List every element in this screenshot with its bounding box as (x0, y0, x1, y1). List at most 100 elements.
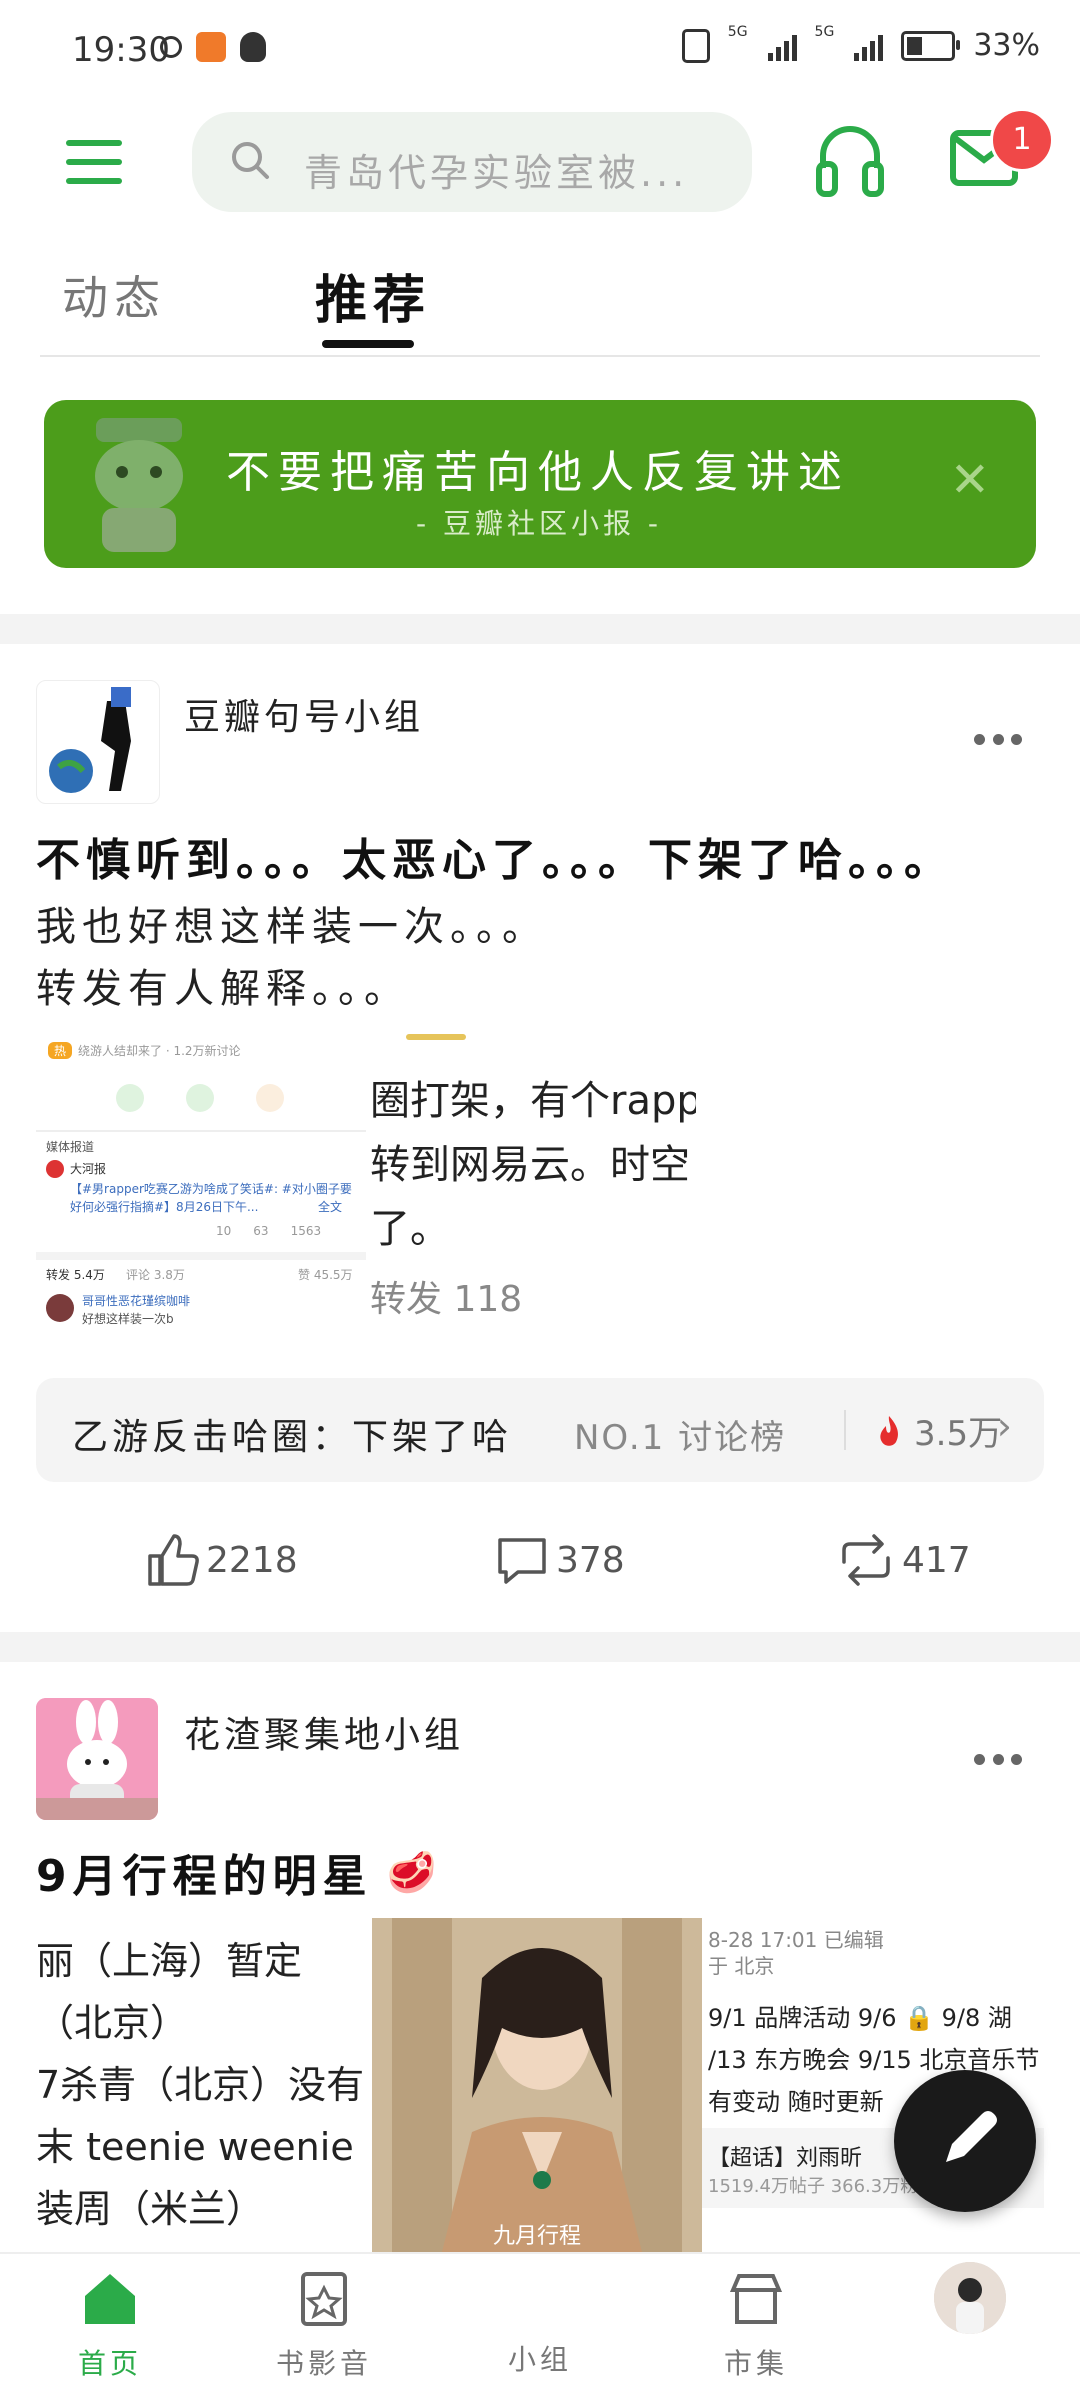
feed-tabs: 动态 推荐 (40, 230, 1040, 357)
community-banner[interactable]: 不要把痛苦向他人反复讲述 - 豆瓣社区小报 - ✕ (44, 400, 1036, 568)
battery-icon (901, 30, 961, 61)
image-text-line: 7杀青（北京）没有 (36, 2063, 365, 2107)
post-text-line: 我也好想这样装一次。。。 (36, 904, 548, 950)
like-button[interactable]: 2218 (144, 1532, 298, 1588)
hot-tag: 热 (48, 1042, 73, 1059)
topic-heat: 3.5万 (914, 1414, 1003, 1454)
comment-count: 378 (556, 1539, 625, 1581)
decor-bar (406, 1034, 466, 1040)
topic-rank: NO.1 讨论榜 (574, 1418, 787, 1458)
group-avatar[interactable] (36, 1698, 158, 1820)
image-forward-text: 转发 118 (370, 1279, 523, 1320)
banner-title: 不要把痛苦向他人反复讲述 (226, 447, 850, 498)
nav-bookmovie[interactable]: 书影音 (254, 2268, 394, 2382)
meat-emoji: 🥩 (386, 1849, 443, 1896)
repost-button[interactable]: 417 (836, 1532, 971, 1588)
schedule-line: 9/1 品牌活动 9/6 🔒 9/8 湖 (708, 2004, 1012, 2032)
commenter-avatar (46, 1294, 74, 1322)
post-actions: 2218 378 417 (0, 1520, 1080, 1600)
image-caption: 九月行程 (492, 2224, 581, 2249)
user-avatar (46, 1160, 64, 1178)
report-stats: 10 63 1563 (216, 1224, 321, 1238)
group-avatar[interactable] (36, 680, 160, 804)
thumbs-up-icon (148, 1534, 199, 1586)
image-text-line: （北京） (36, 2001, 189, 2045)
bookmovie-icon (301, 2272, 347, 2326)
profile-avatar (934, 2262, 1006, 2334)
nav-group-label: 小组 (507, 2343, 572, 2376)
post-image-photo[interactable]: 九月行程 (372, 1918, 702, 2252)
post-image-left[interactable]: 丽（上海）暂定 （北京） 7杀青（北京）没有 末 teenie weenie（ … (36, 1918, 372, 2252)
divider (36, 1130, 366, 1132)
nav-home-label: 首页 (77, 2347, 142, 2380)
tab-tuijian[interactable]: 推荐 (315, 258, 431, 333)
topic-name: 乙游反击哈圈：下架了哈 (72, 1417, 513, 1458)
search-placeholder: 青岛代孕实验室被... (304, 151, 689, 195)
nav-market[interactable]: 市集 (686, 2268, 826, 2382)
post-title: 不慎听到。。。太恶心了。。。下架了哈。。。 (36, 835, 954, 886)
comment-count: 评论 3.8万 (126, 1268, 185, 1282)
group-name[interactable]: 花渣聚集地小组 (184, 1706, 464, 1758)
app-notification-icon (196, 32, 226, 62)
topic-bar[interactable]: 乙游反击哈圈：下架了哈 NO.1 讨论榜 3.5万 › (36, 1378, 1044, 1482)
tab-dongtai[interactable]: 动态 (62, 262, 166, 328)
image-text-line: 圈打架，有个rapp (370, 1078, 696, 1124)
stat-forward: 10 (216, 1224, 232, 1238)
full-text-link: 全文 (318, 1200, 343, 1214)
image-text-line: 转到网易云。时空 (370, 1142, 690, 1188)
headphone-icon[interactable] (815, 122, 885, 198)
menu-icon[interactable] (66, 140, 122, 184)
group-avatar-image (49, 687, 131, 793)
more-options-icon[interactable] (974, 734, 1022, 748)
chaohua-name: 【超话】刘雨昕 (708, 2146, 863, 2171)
portrait-photo (372, 1918, 702, 2252)
compose-button[interactable] (894, 2070, 1036, 2212)
wechat-share-icon (116, 1084, 144, 1112)
nav-home[interactable]: 首页 (40, 2268, 180, 2382)
signal-icon (854, 31, 884, 61)
group-icon (470, 2268, 610, 2330)
search-input[interactable]: 青岛代孕实验室被... (192, 112, 752, 212)
comment-button[interactable]: 378 (494, 1532, 625, 1588)
status-left-icons (160, 32, 266, 62)
more-options-icon[interactable] (974, 1754, 1022, 1768)
profile-avatar-image (934, 2262, 1006, 2334)
comment-text: 好想这样装一次b (82, 1312, 174, 1326)
battery-percent: 33% (973, 28, 1040, 63)
top-bar: 青岛代孕实验室被... 1 (0, 100, 1080, 230)
nav-group[interactable]: 小组 (470, 2268, 610, 2378)
topic-divider (844, 1410, 846, 1450)
image-text-line: 末 teenie weenie（ (36, 2125, 372, 2169)
report-snippet: 【#男rapper吃赛乙游为啥成了笑话#: #对小圈子要好何必强行指摘#】8月2… (70, 1182, 352, 1214)
post-title-row: 9月行程的明星 🥩 (36, 1840, 442, 1904)
post-text-line: 转发有人解释。。。 (36, 966, 410, 1012)
group-avatar-image (36, 1698, 158, 1820)
network-label-1: 5G (727, 23, 748, 40)
nav-bookmovie-label: 书影音 (275, 2347, 372, 2380)
network-label-2: 5G (814, 23, 835, 40)
banner-subtitle: - 豆瓣社区小报 - (416, 507, 663, 540)
nav-profile[interactable] (900, 2262, 1040, 2334)
group-name[interactable]: 豆瓣句号小组 (184, 688, 424, 740)
banner-close-icon[interactable]: ✕ (950, 456, 990, 504)
post-image-left[interactable]: 热 绕游人结却来了 · 1.2万新讨论 媒体报道 大河报 【#男rapper吃赛… (36, 1034, 366, 1340)
search-icon (232, 142, 269, 179)
schedule-line: 有变动 随时更新 (708, 2088, 884, 2116)
chevron-right-icon: › (996, 1404, 1012, 1448)
nav-market-label: 市集 (723, 2347, 788, 2380)
user-name: 大河报 (70, 1162, 107, 1176)
section-divider (0, 1632, 1080, 1662)
image-text-line: 了。 (370, 1206, 450, 1252)
post-image-right[interactable]: 圈打架，有个rapp 转到网易云。时空 了。 转发 118 (366, 1034, 696, 1340)
like-count: 2218 (206, 1539, 298, 1581)
status-bar: 19:30 5G 5G 33% (0, 0, 1080, 100)
commenter-name: 哥哥性恶花瑾缤咖啡 (82, 1294, 191, 1308)
media-report-label: 媒体报道 (46, 1140, 95, 1154)
home-icon (85, 2274, 135, 2324)
repost-icon (842, 1534, 890, 1586)
image-text-line: 装周（米兰） (36, 2187, 265, 2231)
image-text-line: 丽（上海）暂定 (36, 1939, 303, 1983)
hot-line-text: 绕游人结却来了 · 1.2万新讨论 (78, 1044, 241, 1058)
stat-like: 1563 (290, 1224, 322, 1238)
pen-icon (946, 2111, 997, 2162)
